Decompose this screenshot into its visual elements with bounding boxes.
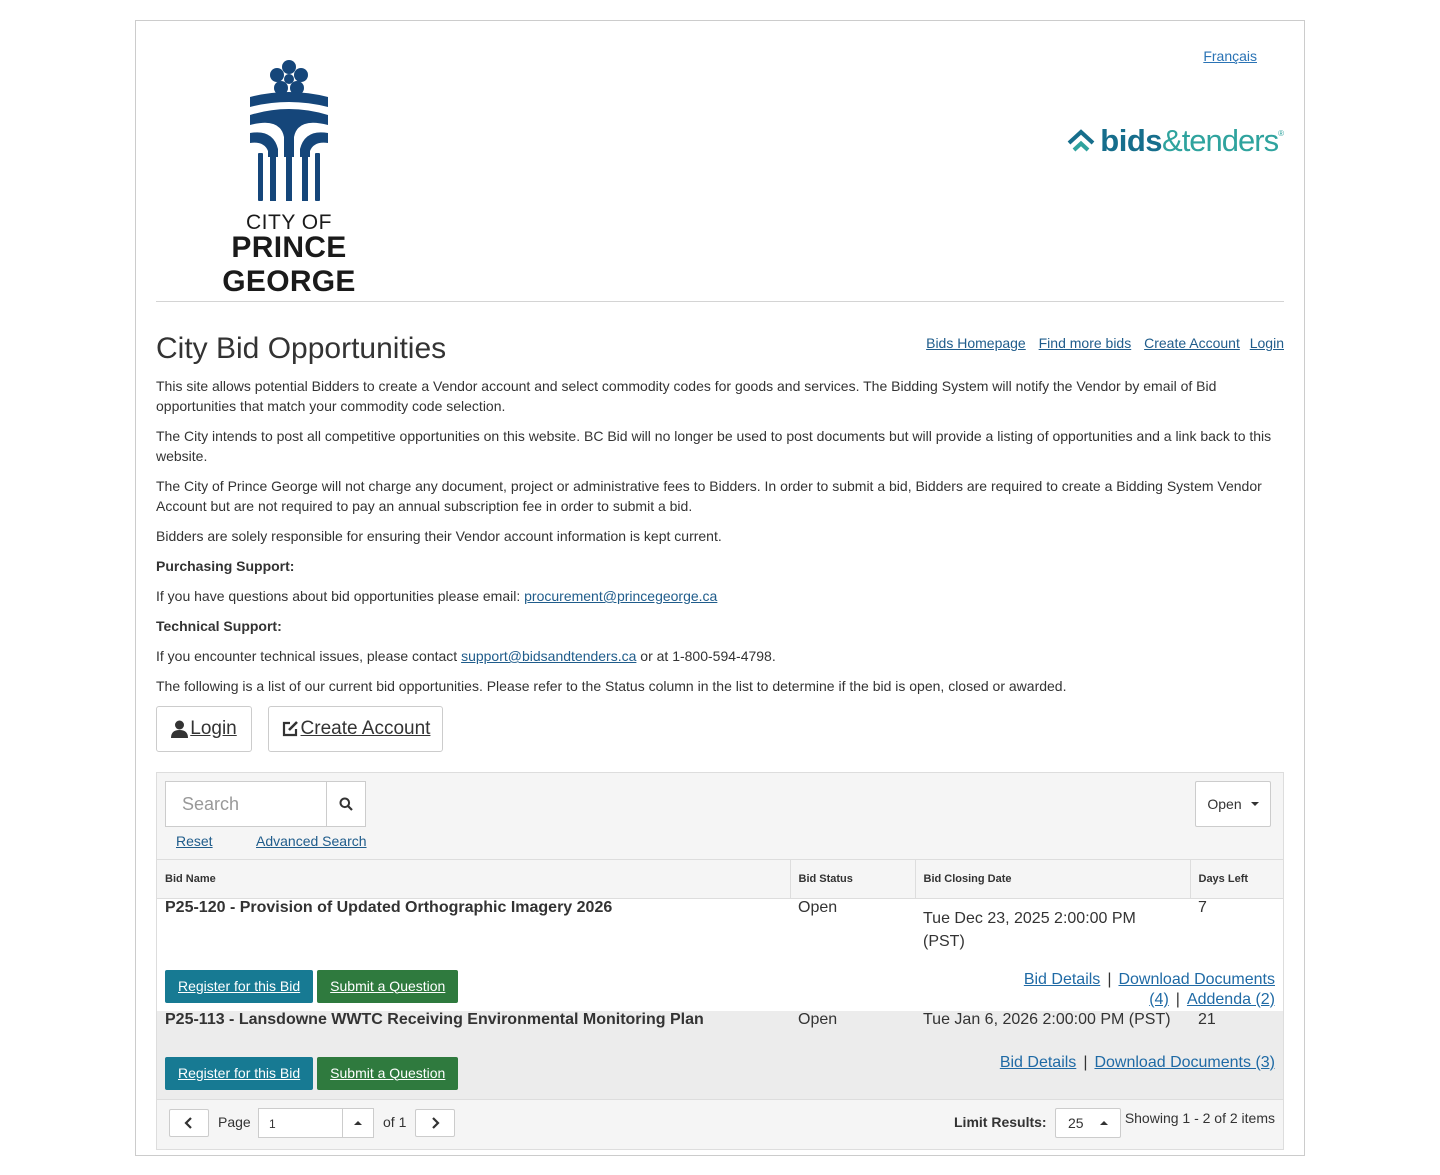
advanced-search-link[interactable]: Advanced Search <box>256 833 367 849</box>
bid-closing-cell: Tue Jan 6, 2026 2:00:00 PM (PST) <box>923 1010 1171 1028</box>
intro-paragraph-3: The City of Prince George will not charg… <box>156 478 1262 514</box>
addenda-link[interactable]: Addenda (2) <box>1187 991 1275 1008</box>
download-documents-link[interactable]: Download Documents (3) <box>1094 1054 1275 1071</box>
intro-paragraph-4: Bidders are solely responsible for ensur… <box>156 528 722 544</box>
status-filter-dropdown[interactable]: Open <box>1195 781 1271 827</box>
find-more-bids-link[interactable]: Find more bids <box>1039 335 1132 351</box>
page-count-label: of 1 <box>383 1114 407 1130</box>
table-row: P25-120 - Provision of Updated Orthograp… <box>157 898 1283 970</box>
search-button[interactable] <box>326 781 366 827</box>
city-emblem-icon <box>250 60 328 201</box>
bid-links: Bid Details | Download Documents (3) <box>999 1053 1275 1071</box>
limit-results-value: 25 <box>1068 1115 1084 1131</box>
bt-logo-bold-text: bids <box>1100 123 1163 158</box>
page-label: Page <box>218 1114 251 1130</box>
bids-homepage-link[interactable]: Bids Homepage <box>926 335 1026 351</box>
purchasing-support-label: If you have questions about bid opportun… <box>156 588 525 604</box>
bid-details-link[interactable]: Bid Details <box>1024 971 1100 988</box>
technical-support-text: If you encounter technical issues, pleas… <box>156 646 1284 666</box>
technical-support-heading: Technical Support: <box>156 618 282 634</box>
limit-results-dropdown[interactable]: 25 <box>1055 1108 1121 1138</box>
grid-pager: Page 1 of 1 Limit Results: 25 Showing 1 … <box>157 1099 1283 1149</box>
column-header-days-left[interactable]: Days Left <box>1190 859 1283 899</box>
status-filter-value: Open <box>1207 796 1242 812</box>
table-header-row: Bid Name Bid Status Bid Closing Date Day… <box>157 859 1283 899</box>
bid-action-buttons: Register for this Bid Submit a Question <box>157 1056 915 1099</box>
previous-page-button[interactable] <box>169 1109 209 1137</box>
table-row-actions: Register for this Bid Submit a Question B… <box>157 1053 1283 1099</box>
table-row: P25-113 - Lansdowne WWTC Receiving Envir… <box>157 1010 1283 1057</box>
edit-icon <box>282 721 298 737</box>
bids-table: Bid Name Bid Status Bid Closing Date Day… <box>157 859 1283 1099</box>
submit-question-button[interactable]: Submit a Question <box>317 969 459 1003</box>
user-icon <box>171 720 189 738</box>
chevron-right-icon <box>432 1117 440 1129</box>
bid-links: Bid Details | Download Documents (4) | Adden… <box>1023 970 1275 1008</box>
intro-paragraph-1: This site allows potential Bidders to cr… <box>156 378 1217 414</box>
support-email-link[interactable]: support@bidsandtenders.ca <box>461 648 636 664</box>
bid-status-cell: Open <box>798 1010 838 1028</box>
column-header-bid-name[interactable]: Bid Name <box>157 859 791 899</box>
create-account-link[interactable]: Create Account <box>1144 335 1240 351</box>
login-button-label: Login <box>190 718 237 739</box>
create-account-button[interactable]: Create Account <box>268 706 443 752</box>
register-for-bid-button[interactable]: Register for this Bid <box>165 1056 314 1090</box>
bid-name-cell: P25-113 - Lansdowne WWTC Receiving Envir… <box>165 1010 704 1028</box>
account-button-row: Login Create Account <box>156 706 1284 752</box>
page-inner: CITY OF PRINCE GEORGE Français bids &ten… <box>156 21 1284 1150</box>
bid-grid-panel: Reset Advanced Search Open Bid Name <box>156 772 1284 1150</box>
search-input[interactable] <box>165 781 326 827</box>
submit-question-button[interactable]: Submit a Question <box>317 1056 459 1090</box>
city-logo-line2: PRINCE GEORGE <box>222 231 356 298</box>
bid-days-left-cell: 7 <box>1198 899 1207 916</box>
purchasing-support-heading: Purchasing Support: <box>156 558 295 574</box>
bt-logo-trademark: ® <box>1278 129 1284 138</box>
bid-closing-cell: Tue Dec 23, 2025 2:00:00 PM (PST) <box>923 910 1136 950</box>
bid-name-cell: P25-120 - Provision of Updated Orthograp… <box>165 899 613 916</box>
grid-toolbar: Reset Advanced Search Open <box>157 773 1283 859</box>
showing-items-count: Showing 1 - 2 of 2 items <box>1124 1110 1275 1126</box>
city-of-prince-george-logo[interactable]: CITY OF PRINCE GEORGE <box>178 57 400 298</box>
intro-paragraph-2: The City intends to post all competitive… <box>156 428 1272 464</box>
reset-link[interactable]: Reset <box>176 833 213 849</box>
bid-action-buttons: Register for this Bid Submit a Question <box>157 969 915 1011</box>
column-header-closing-date[interactable]: Bid Closing Date <box>915 859 1191 899</box>
bid-days-left-cell: 21 <box>1198 1010 1216 1028</box>
title-row: City Bid Opportunities Bids Homepage Fin… <box>156 302 1284 365</box>
login-button[interactable]: Login <box>156 706 252 752</box>
procurement-email-link[interactable]: procurement@princegeorge.ca <box>524 588 717 604</box>
caret-up-icon <box>1100 1121 1108 1125</box>
bid-list-note: The following is a list of our current b… <box>156 678 1067 694</box>
login-link[interactable]: Login <box>1250 335 1284 351</box>
chevron-up-logo-icon <box>1067 129 1095 152</box>
purchasing-support-text: If you have questions about bid opportun… <box>156 586 1284 606</box>
technical-support-label: If you encounter technical issues, pleas… <box>156 648 462 664</box>
column-header-bid-status[interactable]: Bid Status <box>790 859 916 899</box>
page-number-input[interactable]: 1 <box>258 1108 342 1138</box>
caret-down-icon <box>1250 802 1259 806</box>
search-icon <box>339 797 353 811</box>
header: CITY OF PRINCE GEORGE Français bids &ten… <box>156 21 1284 302</box>
chevron-left-icon <box>184 1117 192 1129</box>
bt-logo-light-text: &tenders <box>1162 123 1279 158</box>
technical-support-phone: or at 1-800-594-4798. <box>636 648 776 664</box>
intro-content: This site allows potential Bidders to cr… <box>156 362 1284 752</box>
page-title: City Bid Opportunities <box>156 332 447 365</box>
create-account-button-label: Create Account <box>300 718 431 739</box>
language-toggle-link[interactable]: Français <box>1203 48 1257 64</box>
table-row-actions: Register for this Bid Submit a Question B… <box>157 969 1283 1011</box>
register-for-bid-button[interactable]: Register for this Bid <box>165 969 314 1003</box>
bid-details-link[interactable]: Bid Details <box>1000 1054 1076 1071</box>
page-spinner-button[interactable] <box>342 1108 374 1138</box>
page-frame: CITY OF PRINCE GEORGE Français bids &ten… <box>135 20 1305 1156</box>
bids-and-tenders-logo[interactable]: bids &tenders ® <box>1066 121 1284 161</box>
caret-up-icon <box>354 1121 362 1125</box>
top-nav-links: Bids Homepage Find more bids Create Acco… <box>917 335 1284 351</box>
limit-results-label: Limit Results: <box>954 1114 1047 1130</box>
bid-status-cell: Open <box>798 899 838 916</box>
next-page-button[interactable] <box>415 1109 455 1137</box>
